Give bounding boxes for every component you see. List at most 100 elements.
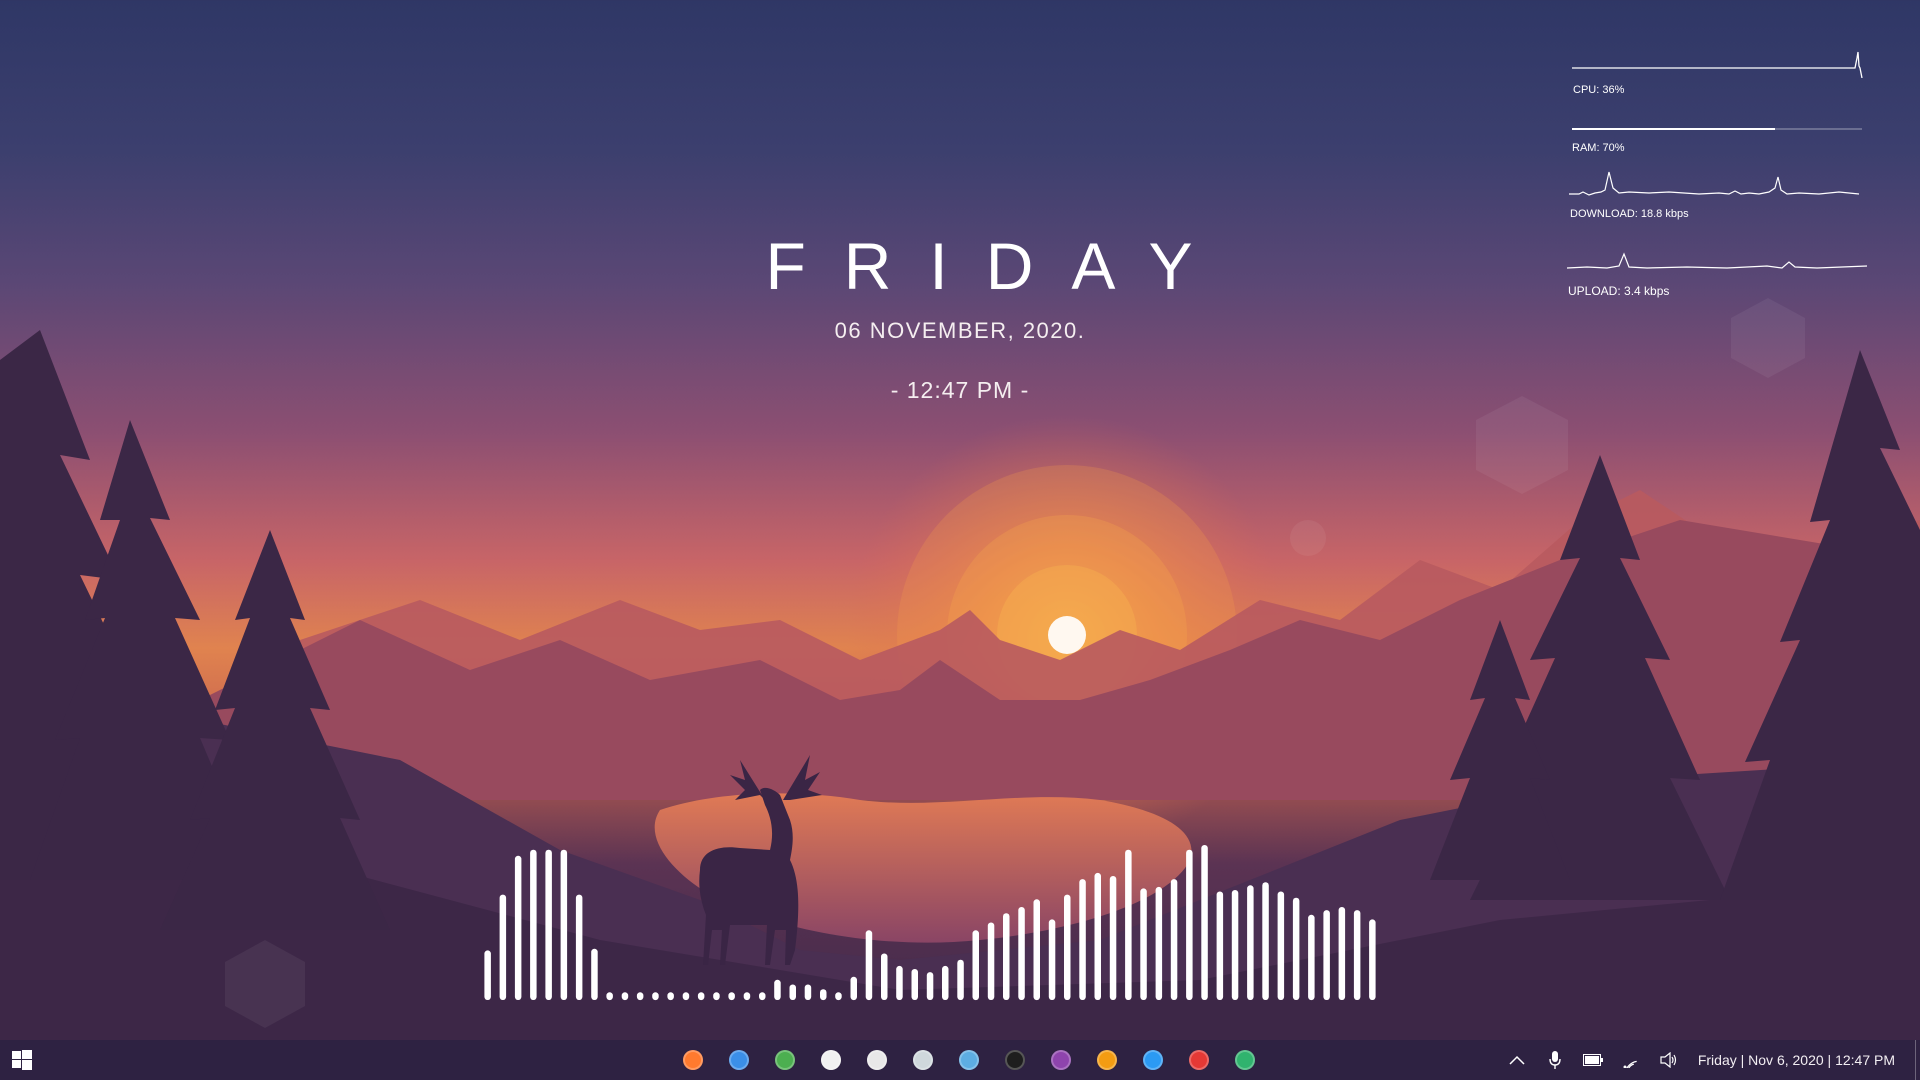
visualizer-bar bbox=[484, 950, 491, 1000]
upload-label: UPLOAD: 3.4 kbps bbox=[1568, 284, 1670, 298]
show-desktop-button[interactable] bbox=[1915, 1040, 1920, 1080]
battery-button[interactable] bbox=[1574, 1040, 1612, 1080]
terminal-icon bbox=[1005, 1050, 1025, 1070]
volume-button[interactable] bbox=[1650, 1040, 1688, 1080]
visualizer-bar bbox=[713, 992, 720, 1001]
wifi-button[interactable] bbox=[1612, 1040, 1650, 1080]
taskbar: Friday | Nov 6, 2020 | 12:47 PM bbox=[0, 1040, 1920, 1080]
terminal-button[interactable] bbox=[992, 1040, 1038, 1080]
remote-desktop-icon bbox=[959, 1050, 979, 1070]
ram-bar-fill bbox=[1572, 128, 1775, 130]
settings-gear-button[interactable] bbox=[808, 1040, 854, 1080]
visualizer-bar bbox=[1353, 910, 1361, 1000]
visualizer-bar bbox=[606, 992, 613, 1001]
cpu-meter: CPU: 36% bbox=[1572, 48, 1864, 98]
visualizer-bar bbox=[926, 972, 934, 1000]
visualizer-bar bbox=[1079, 879, 1086, 1000]
wifi-icon bbox=[1623, 1060, 1637, 1068]
firefox-icon bbox=[683, 1050, 703, 1070]
visualizer-bar bbox=[1033, 899, 1040, 1001]
visualizer-bar bbox=[1155, 886, 1163, 1000]
visualizer-bar bbox=[759, 992, 766, 1001]
visualizer-bar bbox=[514, 855, 522, 1000]
visualizer-bar bbox=[743, 992, 751, 1001]
system-tray: Friday | Nov 6, 2020 | 12:47 PM bbox=[1498, 1040, 1920, 1080]
sun bbox=[1048, 616, 1086, 654]
upload-graph bbox=[1567, 252, 1868, 269]
clock-time: - 12:47 PM - bbox=[890, 377, 1030, 403]
remote-desktop-button[interactable] bbox=[946, 1040, 992, 1080]
chrome-icon bbox=[775, 1050, 795, 1070]
vscode-icon bbox=[1143, 1050, 1163, 1070]
vlc-button[interactable] bbox=[1084, 1040, 1130, 1080]
visualizer-bar bbox=[896, 965, 903, 1000]
visualizer-bar bbox=[591, 948, 598, 1000]
vlc-icon bbox=[1097, 1050, 1117, 1070]
cpu-graph bbox=[1572, 51, 1863, 78]
full-date: 06 NOVEMBER, 2020. bbox=[834, 318, 1086, 343]
settings-gear-icon bbox=[821, 1050, 841, 1070]
calculator-button[interactable] bbox=[900, 1040, 946, 1080]
visualizer-bar bbox=[697, 992, 705, 1001]
visualizer-bar bbox=[881, 953, 888, 1000]
visualizer-bar bbox=[1323, 910, 1330, 1000]
visualizer-bar bbox=[789, 984, 796, 1000]
visualizer-bar bbox=[774, 979, 781, 1000]
visualizer-bar bbox=[835, 992, 842, 1001]
volume-icon bbox=[1660, 1052, 1676, 1068]
microphone-button[interactable] bbox=[1536, 1040, 1574, 1080]
visualizer-bar bbox=[911, 969, 918, 1000]
visualizer-bar bbox=[804, 984, 812, 1000]
edge-icon bbox=[1235, 1050, 1255, 1070]
edge-button[interactable] bbox=[1222, 1040, 1268, 1080]
pinned-apps bbox=[670, 1040, 1268, 1080]
visualizer-bar bbox=[1125, 849, 1132, 1000]
visualizer-bar bbox=[728, 992, 735, 1001]
notepad-button[interactable] bbox=[854, 1040, 900, 1080]
visualizer-bar bbox=[636, 992, 644, 1001]
visualizer-bar bbox=[1140, 888, 1147, 1000]
start-button[interactable] bbox=[12, 1050, 32, 1070]
battery-icon bbox=[1582, 1054, 1603, 1066]
visualizer-bar bbox=[957, 959, 964, 1000]
visualizer-bar bbox=[1048, 919, 1056, 1000]
visualizer-bar bbox=[1262, 882, 1269, 1000]
ram-bar-track bbox=[1572, 128, 1862, 130]
chrome-button[interactable] bbox=[762, 1040, 808, 1080]
opera-button[interactable] bbox=[1176, 1040, 1222, 1080]
download-graph bbox=[1569, 171, 1860, 196]
microphone-icon bbox=[1549, 1051, 1561, 1069]
visualizer-bar bbox=[850, 976, 857, 1001]
visualizer-bar bbox=[1338, 907, 1346, 1000]
taskbar-clock[interactable]: Friday | Nov 6, 2020 | 12:47 PM bbox=[1688, 1052, 1915, 1068]
tray-overflow-button[interactable] bbox=[1498, 1040, 1536, 1080]
notepad-icon bbox=[867, 1050, 887, 1070]
visualizer-bar bbox=[530, 849, 537, 1000]
thunderbird-button[interactable] bbox=[716, 1040, 762, 1080]
visualizer-bar bbox=[1003, 913, 1010, 1000]
opera-icon bbox=[1189, 1050, 1209, 1070]
podcast-app-button[interactable] bbox=[1038, 1040, 1084, 1080]
visualizer-bar bbox=[1369, 919, 1376, 1000]
thunderbird-icon bbox=[729, 1050, 749, 1070]
vscode-button[interactable] bbox=[1130, 1040, 1176, 1080]
visualizer-bar bbox=[560, 849, 568, 1000]
audio-visualizer bbox=[484, 845, 1376, 1001]
upload-meter: UPLOAD: 3.4 kbps bbox=[1567, 248, 1869, 303]
firefox-button[interactable] bbox=[670, 1040, 716, 1080]
visualizer-bar bbox=[652, 992, 659, 1001]
visualizer-bar bbox=[820, 989, 827, 1001]
visualizer-bar bbox=[1216, 891, 1224, 1000]
visualizer-bar bbox=[1064, 894, 1071, 1000]
visualizer-bar bbox=[682, 992, 690, 1001]
visualizer-bar bbox=[1186, 849, 1193, 1000]
calculator-icon bbox=[913, 1050, 933, 1070]
chevron-up-icon bbox=[1509, 1055, 1525, 1065]
visualizer-bar bbox=[545, 849, 552, 1000]
visualizer-bar bbox=[575, 894, 583, 1000]
visualizer-bar bbox=[1277, 891, 1285, 1000]
download-label: DOWNLOAD: 18.8 kbps bbox=[1570, 208, 1689, 220]
visualizer-bar bbox=[942, 965, 949, 1000]
cpu-label: CPU: 36% bbox=[1573, 84, 1625, 96]
download-meter: DOWNLOAD: 18.8 kbps bbox=[1569, 168, 1865, 228]
